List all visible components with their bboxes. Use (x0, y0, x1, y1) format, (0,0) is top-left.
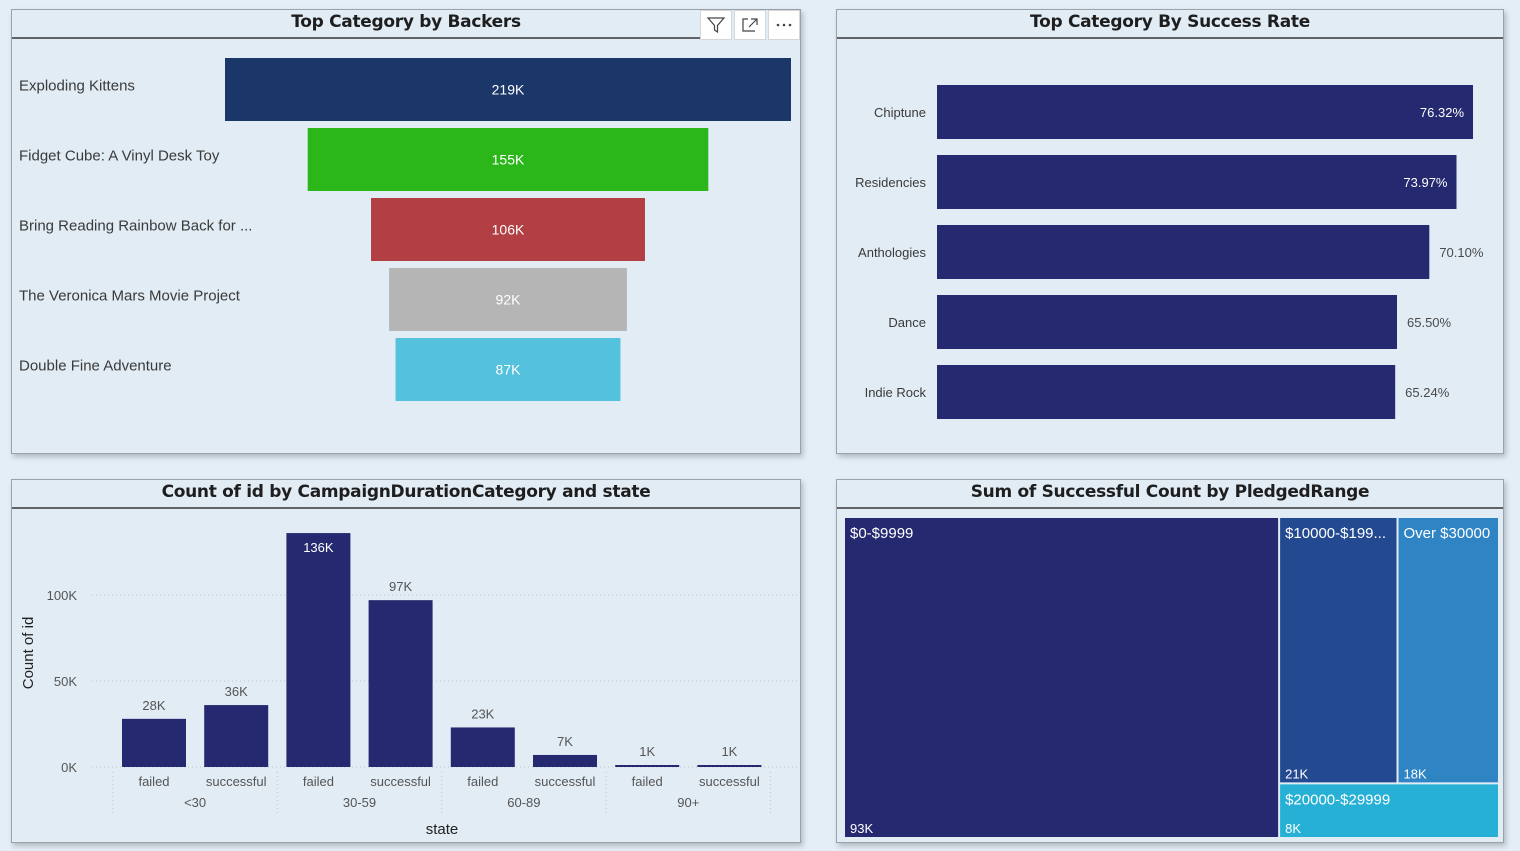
funnel-plot: 219K Exploding Kittens 155K Fidget Cube: A … (19, 58, 791, 401)
duration-plot: 0K 50K 100K Count of id 28K failed 36K successf… (20, 533, 798, 838)
column-bar (368, 600, 433, 767)
treemap-category-label: $10000-$199... (1285, 525, 1386, 542)
success-bar (937, 85, 1473, 139)
treemap-value-label: 21K (1285, 766, 1308, 781)
y-tick-label: 100K (47, 588, 78, 603)
x-tick-label: successful (206, 774, 267, 789)
column-value-label: 36K (225, 684, 248, 699)
treemap-value-label: 8K (1285, 821, 1301, 836)
success-value-label: 73.97% (1403, 175, 1448, 190)
success-value-label: 65.50% (1407, 315, 1452, 330)
success-bar (937, 295, 1398, 349)
success-category-label: Residencies (855, 175, 926, 190)
focus-mode-button[interactable] (734, 10, 766, 40)
y-axis-title: Count of id (20, 617, 37, 690)
column-bar (286, 533, 351, 767)
column-bar (122, 718, 186, 767)
treemap-tile (1280, 518, 1397, 783)
column-value-label: 1K (639, 744, 655, 759)
success-value-label: 65.24% (1405, 385, 1450, 400)
funnel-category-label: Fidget Cube: A Vinyl Desk Toy (19, 148, 220, 165)
funnel-value-label: 87K (496, 362, 522, 378)
y-tick-label: 0K (61, 760, 77, 775)
success-category-label: Dance (888, 315, 926, 330)
visual-header-toolbar (700, 10, 800, 40)
column-value-label: 28K (142, 698, 165, 713)
success-category-label: Indie Rock (865, 385, 927, 400)
funnel-category-label: The Veronica Mars Movie Project (19, 288, 241, 305)
success-value-label: 70.10% (1439, 245, 1484, 260)
funnel-value-label: 155K (492, 152, 525, 168)
more-options-icon (776, 23, 792, 27)
column-bar (697, 765, 762, 767)
column-value-label: 97K (389, 579, 412, 594)
x-group-label: 60-89 (507, 795, 540, 810)
column-bar (450, 727, 515, 767)
chart-title: Top Category by Backers (12, 10, 800, 39)
filter-button[interactable] (700, 10, 732, 40)
x-tick-label: successful (370, 774, 431, 789)
treemap-tile (1398, 518, 1498, 783)
funnel-category-label: Bring Reading Rainbow Back for ... (19, 218, 252, 235)
duration-chart-panel: Count of id by CampaignDurationCategory … (11, 479, 801, 843)
column-value-label: 1K (721, 744, 737, 759)
chart-title: Count of id by CampaignDurationCategory … (12, 480, 800, 509)
success-bar (937, 155, 1457, 209)
success-bar (937, 225, 1430, 279)
funnel-value-label: 92K (496, 292, 522, 308)
success-bar (937, 365, 1396, 419)
chart-title: Top Category By Success Rate (837, 10, 1503, 39)
funnel-category-label: Exploding Kittens (19, 78, 135, 95)
x-tick-label: failed (632, 774, 663, 789)
funnel-chart-panel: Top Category by Backers 219K Exploding Ki… (11, 9, 801, 454)
x-group-label: <30 (184, 795, 206, 810)
x-tick-label: successful (699, 774, 760, 789)
treemap-value-label: 93K (850, 821, 873, 836)
x-tick-label: failed (138, 774, 169, 789)
funnel-value-label: 219K (492, 82, 525, 98)
column-bar (204, 705, 269, 767)
funnel-category-label: Double Fine Adventure (19, 358, 172, 375)
treemap-value-label: 18K (1404, 766, 1427, 781)
x-tick-label: failed (467, 774, 498, 789)
more-options-button[interactable] (768, 10, 800, 40)
treemap-category-label: Over $30000 (1404, 525, 1491, 542)
column-value-label: 23K (471, 706, 494, 721)
success-value-label: 76.32% (1420, 105, 1465, 120)
success-category-label: Anthologies (858, 245, 926, 260)
x-axis-title: state (426, 821, 459, 838)
success-rate-chart-panel: Top Category By Success Rate Chiptune 76.… (836, 9, 1504, 454)
column-value-label: 136K (303, 540, 334, 555)
success-rate-plot: Chiptune 76.32% Residencies 73.97% Anthologi… (855, 85, 1484, 419)
success-category-label: Chiptune (874, 105, 926, 120)
column-bar (615, 765, 680, 767)
chart-title: Sum of Successful Count by PledgedRange (837, 480, 1503, 509)
column-bar (533, 754, 597, 767)
treemap-category-label: $0-$9999 (850, 525, 913, 542)
treemap-plot: $0-$9999 93K $10000-$199... 21K Over $30000 1… (845, 518, 1498, 837)
x-tick-label: successful (535, 774, 596, 789)
x-group-label: 30-59 (343, 795, 376, 810)
focus-mode-icon (742, 18, 758, 32)
x-tick-label: failed (303, 774, 334, 789)
treemap-category-label: $20000-$29999 (1285, 791, 1390, 808)
filter-icon (706, 17, 726, 34)
y-tick-label: 50K (54, 674, 77, 689)
column-value-label: 7K (557, 734, 573, 749)
x-group-label: 90+ (677, 795, 699, 810)
funnel-value-label: 106K (492, 222, 525, 238)
pledged-range-treemap-panel: Sum of Successful Count by PledgedRange … (836, 479, 1504, 843)
treemap-tile (845, 518, 1279, 837)
